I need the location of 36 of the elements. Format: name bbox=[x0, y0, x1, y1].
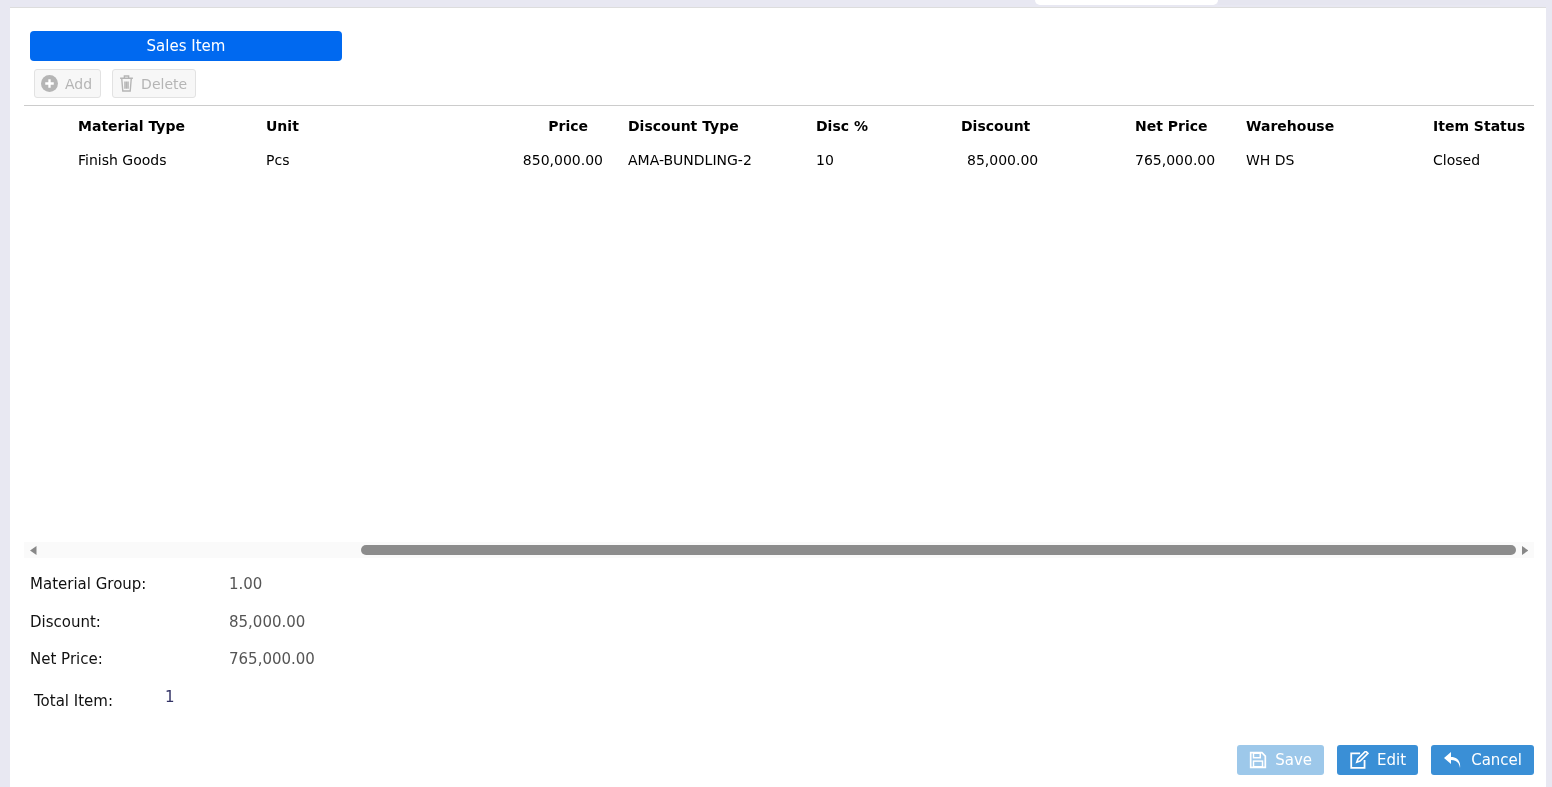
plus-circle-icon bbox=[41, 75, 58, 92]
trash-icon bbox=[119, 75, 135, 92]
table-cell-text: 85,000.00 bbox=[966, 152, 1040, 168]
table-cell-text: Pcs bbox=[266, 152, 291, 168]
column-header: Material Type bbox=[78, 117, 186, 134]
summary-value: 85,000.00 bbox=[229, 612, 306, 633]
column-header: Price bbox=[547, 117, 589, 134]
summary-value: 765,000.00 bbox=[229, 650, 315, 670]
column-header: Discount Type bbox=[627, 117, 740, 134]
scroll-right-icon[interactable] bbox=[1521, 544, 1528, 556]
column-header: Warehouse bbox=[1246, 117, 1336, 134]
edit-button[interactable]: Edit bbox=[1337, 745, 1419, 775]
summary-value: 1.00 bbox=[229, 575, 263, 595]
horizontal-scrollbar[interactable] bbox=[24, 542, 1534, 558]
total-item-label: Total Item: bbox=[34, 690, 114, 710]
table-cell-text: 850,000.00 bbox=[521, 152, 603, 168]
summary-label: Discount: bbox=[30, 612, 102, 633]
table-cell-text: AMA-BUNDLING-2 bbox=[627, 152, 753, 168]
scroll-left-icon[interactable] bbox=[30, 544, 37, 556]
column-header: Unit bbox=[266, 117, 300, 134]
column-header: Net Price bbox=[1135, 117, 1209, 134]
table-cell-text: WH DS bbox=[1246, 152, 1296, 168]
column-header: Disc % bbox=[816, 117, 869, 134]
scrollbar-thumb[interactable] bbox=[360, 545, 1516, 555]
summary-label: Material Group: bbox=[30, 575, 148, 595]
section-button[interactable]: Sales Item bbox=[30, 31, 342, 61]
summary-label: Net Price: bbox=[30, 650, 104, 670]
pencil-square-icon bbox=[1349, 751, 1370, 769]
cancel-button[interactable]: Cancel bbox=[1431, 745, 1534, 775]
total-item-value: 1 bbox=[165, 687, 175, 708]
column-header: Item Status bbox=[1433, 117, 1527, 134]
table-cell-text: Finish Goods bbox=[78, 152, 168, 168]
table-cell-text: Closed bbox=[1433, 152, 1482, 168]
table-cell-text: 10 bbox=[816, 152, 835, 168]
table-cell-text: 765,000.00 bbox=[1135, 152, 1217, 168]
column-header: Discount bbox=[961, 117, 1032, 134]
